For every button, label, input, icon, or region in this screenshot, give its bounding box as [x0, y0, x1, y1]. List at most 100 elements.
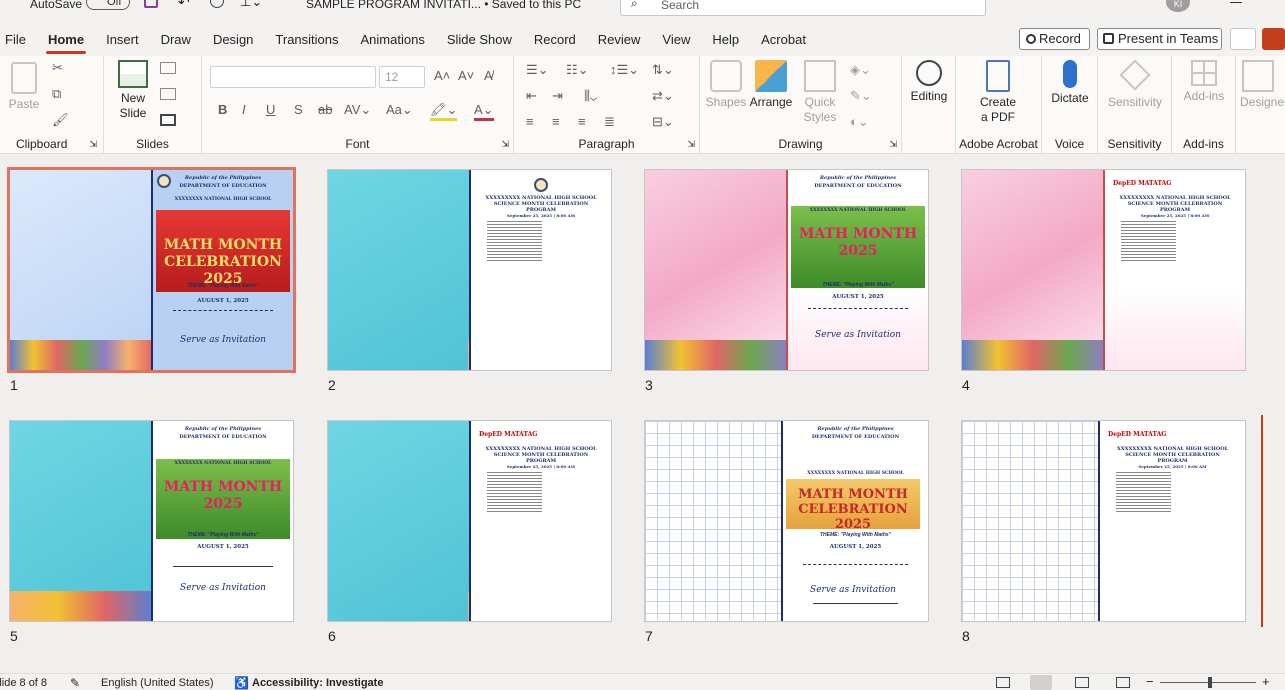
normal-view-icon[interactable] — [996, 677, 1010, 688]
arrange-icon — [755, 60, 787, 92]
shape-effects-icon[interactable]: ◐⌄ — [850, 114, 869, 130]
clear-format-icon[interactable]: A̸ — [484, 68, 493, 83]
align-right-icon[interactable]: ≡ — [578, 114, 586, 129]
document-title[interactable]: SAMPLE PROGRAM INVITATI... • Saved to th… — [306, 0, 581, 11]
bold-icon[interactable]: B — [218, 102, 227, 117]
tab-slide-show[interactable]: Slide Show — [436, 22, 523, 56]
strikethrough-icon[interactable]: ab — [318, 102, 332, 117]
paste-button[interactable]: Paste — [6, 62, 42, 112]
invitation-script: Serve as Invitation — [810, 585, 896, 595]
shape-outline-icon[interactable]: ✎⌄ — [850, 88, 872, 104]
redo-icon[interactable] — [210, 0, 224, 8]
sort-icon[interactable]: ⇅⌄ — [652, 62, 674, 78]
save-icon[interactable] — [144, 0, 158, 8]
drawing-launcher-icon[interactable]: ⇲ — [889, 139, 897, 150]
tab-view[interactable]: View — [651, 22, 701, 56]
slide-thumbnail-3[interactable]: Republic of the Philippines DEPARTMENT O… — [645, 170, 928, 370]
slide-thumbnail-8[interactable]: DepED MATATAG XXXXXXXXX NATIONAL HIGH SC… — [962, 421, 1245, 621]
minimize-icon[interactable] — [1230, 2, 1242, 3]
create-pdf-button[interactable]: Create a PDF — [968, 60, 1028, 125]
paragraph-launcher-icon[interactable]: ⇲ — [687, 139, 695, 150]
zoom-slider-thumb[interactable] — [1208, 677, 1212, 688]
search-box[interactable]: ⌕ Search — [620, 0, 986, 16]
share-button[interactable] — [1262, 28, 1285, 50]
font-size-combo[interactable]: 12 — [379, 66, 425, 88]
language[interactable]: English (United States) — [101, 677, 214, 689]
slide-thumbnail-2[interactable]: XXXXXXXXX NATIONAL HIGH SCHOOL SCIENCE M… — [328, 170, 611, 370]
decrease-indent-icon[interactable]: ⇤ — [526, 88, 537, 104]
customize-icon[interactable]: ⊥⌄ — [240, 0, 262, 10]
shapes-button[interactable]: Shapes — [704, 60, 748, 110]
increase-indent-icon[interactable]: ⇥ — [552, 88, 563, 104]
align-center-icon[interactable]: ≡ — [552, 114, 560, 129]
text-direction-icon[interactable]: ⇄⌄ — [652, 88, 674, 104]
cut-icon[interactable]: ✂ — [52, 60, 63, 76]
slideshow-icon[interactable] — [1116, 677, 1130, 688]
underline-icon[interactable]: U — [266, 102, 275, 117]
highlight-icon[interactable]: 🖍⌄ — [430, 102, 458, 121]
slide-thumbnail-4[interactable]: DepED MATATAG XXXXXXXXX NATIONAL HIGH SC… — [962, 170, 1245, 370]
slide-thumbnail-6[interactable]: DepED MATATAG XXXXXXXXX NATIONAL HIGH SC… — [328, 421, 611, 621]
font-color-icon[interactable]: A⌄ — [474, 102, 494, 121]
reading-view-icon[interactable] — [1075, 677, 1089, 688]
comments-button[interactable] — [1230, 28, 1256, 50]
designer-label: Designer — [1240, 95, 1285, 109]
undo-icon[interactable]: ↶ — [178, 0, 190, 11]
increase-font-icon[interactable]: A˄ — [434, 68, 450, 83]
reset-icon[interactable] — [160, 88, 176, 100]
tab-transitions[interactable]: Transitions — [264, 22, 349, 56]
slide-sorter-icon[interactable] — [1030, 675, 1052, 690]
tab-help[interactable]: Help — [701, 22, 750, 56]
tab-insert[interactable]: Insert — [95, 22, 150, 56]
change-case-icon[interactable]: Aa⌄ — [386, 102, 413, 118]
tab-record[interactable]: Record — [523, 22, 587, 56]
justify-icon[interactable]: ≣ — [604, 114, 615, 130]
align-text-icon[interactable]: ⊟⌄ — [652, 114, 674, 130]
quick-styles-button[interactable]: Quick Styles — [798, 60, 842, 125]
slide-thumbnail-1[interactable]: Republic of the Philippines DEPARTMENT O… — [10, 170, 293, 370]
format-painter-icon[interactable]: 🖌 — [52, 112, 69, 128]
tab-design[interactable]: Design — [202, 22, 264, 56]
section-icon[interactable] — [160, 114, 176, 126]
line-spacing-icon[interactable]: ↕☰⌄ — [610, 62, 639, 78]
accessibility-status[interactable]: Accessibility: Investigate — [252, 677, 383, 689]
slide-thumbnail-5[interactable]: Republic of the Philippines DEPARTMENT O… — [10, 421, 293, 621]
autosave-toggle[interactable]: Off — [86, 0, 130, 10]
new-slide-button[interactable]: New Slide — [112, 60, 154, 121]
clipboard-launcher-icon[interactable]: ⇲ — [89, 139, 97, 150]
notes-icon[interactable]: ✎ — [70, 676, 80, 690]
shape-fill-icon[interactable]: ◈⌄ — [850, 62, 871, 78]
font-launcher-icon[interactable]: ⇲ — [501, 139, 509, 150]
zoom-out-icon[interactable]: − — [1146, 674, 1154, 689]
avatar[interactable]: KI — [1166, 0, 1190, 12]
tab-animations[interactable]: Animations — [350, 22, 436, 56]
dictate-button[interactable]: Dictate — [1046, 60, 1094, 106]
tab-acrobat[interactable]: Acrobat — [750, 22, 817, 56]
designer-button[interactable]: Designer — [1240, 60, 1285, 110]
present-in-teams-button[interactable]: Present in Teams — [1097, 28, 1222, 50]
tab-home[interactable]: Home — [37, 22, 95, 56]
slide-thumbnail-7[interactable]: Republic of the Philippines DEPARTMENT O… — [645, 421, 928, 621]
align-left-icon[interactable]: ≡ — [526, 114, 534, 129]
char-spacing-icon[interactable]: AV⌄ — [344, 102, 371, 118]
new-slide-label-2: Slide — [119, 106, 147, 120]
decrease-font-icon[interactable]: A˅ — [458, 68, 474, 83]
columns-icon[interactable]: ⫼⌄ — [584, 88, 597, 104]
editing-button[interactable]: Editing — [906, 60, 952, 104]
slide-count[interactable]: Slide 8 of 8 — [0, 677, 47, 689]
arrange-button[interactable]: Arrange — [748, 60, 794, 110]
layout-icon[interactable] — [160, 62, 176, 74]
bullets-icon[interactable]: ☰⌄ — [526, 62, 549, 78]
sensitivity-button[interactable]: Sensitivity — [1102, 59, 1168, 110]
tab-file[interactable]: File — [0, 22, 37, 56]
tab-draw[interactable]: Draw — [150, 22, 202, 56]
italic-icon[interactable]: I — [242, 102, 246, 117]
zoom-in-icon[interactable]: + — [1262, 674, 1270, 689]
shadow-icon[interactable]: S — [294, 102, 303, 117]
tab-review[interactable]: Review — [587, 22, 652, 56]
numbering-icon[interactable]: ☷⌄ — [566, 62, 589, 78]
font-name-combo[interactable] — [210, 66, 376, 88]
record-button[interactable]: Record — [1019, 28, 1090, 50]
copy-icon[interactable]: ⧉ — [52, 86, 61, 102]
add-ins-button[interactable]: Add-ins — [1176, 60, 1232, 104]
